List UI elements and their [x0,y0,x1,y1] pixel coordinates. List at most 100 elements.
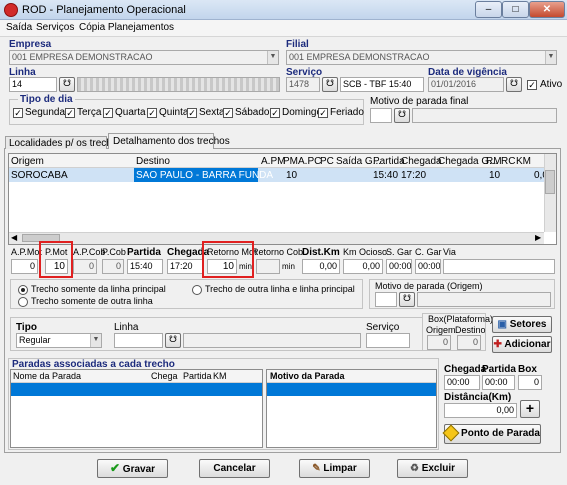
feriado-checkbox[interactable]: ✓ [318,108,328,118]
linha2-code[interactable] [114,333,163,348]
horizontal-scrollbar[interactable] [9,232,544,244]
ponto-parada-label: Ponto de Parada [461,428,540,439]
add-distance-button[interactable]: + [520,400,540,418]
binoculars-icon[interactable]: ☋ [399,292,415,307]
box-origem-field[interactable]: 0 [427,335,451,350]
servico-description-field: SCB - TBF 15:40 [340,77,424,92]
chegada2-label: Chegada [444,364,487,375]
partida-field[interactable]: 15:40 [127,259,163,274]
apcob-label: A.P.Cob [73,247,106,257]
linha2-description [183,333,361,348]
via-field[interactable] [443,259,555,274]
radio-outra-linha-label: Trecho somente de outra linha [31,296,153,306]
linha2-label: Linha [114,322,139,333]
motivo-origem-label: Motivo de parada (Origem) [375,281,483,291]
col-apc: A.PC [298,156,322,167]
table-row[interactable] [11,383,262,396]
col-destino: Destino [136,156,170,167]
box2-field[interactable]: 0 [518,375,542,390]
via-label: Via [443,247,456,257]
row-destino[interactable]: SAO PAULO - BARRA FUNDA [134,168,273,182]
pcob-field[interactable]: 0 [102,259,124,274]
filial-select[interactable]: 001 EMPRESA DEMONSTRACAO [286,50,557,65]
segunda-label: Segunda [25,107,66,118]
distancia-label: Distância(Km) [444,392,512,403]
dist-km-field[interactable]: 0,00 [302,259,340,274]
row-chegada: 17:20 [401,170,427,181]
binoculars-icon[interactable]: ☋ [506,77,522,92]
setores-button[interactable]: ▣ Setores [492,316,552,333]
limpar-button[interactable]: ✎ Limpar [299,459,370,478]
ponto-parada-button[interactable]: Ponto de Parada [442,424,541,444]
sgar-label: S. Gar [386,247,413,257]
minimize-button[interactable]: – [475,1,502,18]
empresa-label: Empresa [9,39,52,50]
gravar-label: Gravar [122,464,156,475]
terca-label: Terça [77,107,102,118]
app-icon [4,3,18,17]
cgar-field[interactable]: 00:00 [415,259,441,274]
partida2-field[interactable]: 00:00 [482,375,515,390]
cancelar-button[interactable]: Cancelar [199,459,270,478]
linha-code-field[interactable]: 14 [9,77,57,92]
row-pm: 10 [286,170,298,181]
window-title: ROD - Planejamento Operacional [22,4,186,16]
sabado-label: Sábado [235,107,270,118]
servico-code-field[interactable]: 1478 [286,77,320,92]
terca-checkbox[interactable]: ✓ [65,108,75,118]
binoculars-icon[interactable]: ☋ [394,108,410,123]
sgar-field[interactable]: 00:00 [386,259,412,274]
box-origem-label: Origem [426,325,456,335]
col-km: KM [213,371,227,381]
km-ocioso-field[interactable]: 0,00 [343,259,383,274]
binoculars-icon[interactable]: ☋ [322,77,338,92]
chegada2-field[interactable]: 00:00 [444,375,480,390]
segunda-checkbox[interactable]: ✓ [13,108,23,118]
binoculars-icon[interactable]: ☋ [165,333,181,348]
vertical-scroll-thumb[interactable] [545,170,555,194]
quinta-checkbox[interactable]: ✓ [147,108,157,118]
trash-icon: ♻ [409,463,419,474]
scroll-left-icon[interactable]: ◀ [11,233,17,242]
quarta-checkbox[interactable]: ✓ [103,108,113,118]
apcob-field[interactable]: 0 [73,259,97,274]
menu-saida[interactable]: Saída [6,22,32,33]
dist-km-label: Dist.Km [302,247,340,258]
excluir-button[interactable]: ♻ Excluir [397,459,468,478]
table-row[interactable] [267,383,436,396]
retorno-cob-field[interactable] [256,259,280,274]
apmot-field[interactable]: 0 [11,259,38,274]
vigencia-field[interactable]: 01/01/2016 [428,77,504,92]
sabado-checkbox[interactable]: ✓ [223,108,233,118]
close-button[interactable]: ✕ [529,1,565,18]
radio-outra-linha[interactable] [18,297,28,307]
adicionar-button[interactable]: ✚ Adicionar [492,336,552,353]
domingo-checkbox[interactable]: ✓ [270,108,280,118]
sexta-checkbox[interactable]: ✓ [187,108,197,118]
radio-outra-e-principal[interactable] [192,285,202,295]
row-origem: SOROCABA [11,170,68,181]
radio-linha-principal-label: Trecho somente da linha principal [31,284,166,294]
motivo-origem-code[interactable] [375,292,397,307]
radio-linha-principal[interactable] [18,285,28,295]
gravar-button[interactable]: ✔ Gravar [97,459,168,478]
binoculars-icon[interactable]: ☋ [59,77,75,92]
add-icon: ✚ [493,339,502,350]
servico2-field[interactable] [366,333,410,348]
menu-copia-planejamentos[interactable]: Cópia Planejamentos [79,22,174,33]
ativo-checkbox[interactable]: ✓ [527,80,537,90]
tab-detalhamento[interactable]: Detalhamento dos trechos [108,133,230,149]
motivo-final-code[interactable] [370,108,392,123]
chegada-field[interactable]: 17:20 [167,259,203,274]
scroll-right-icon[interactable]: ▶ [535,233,541,242]
empresa-select[interactable]: 001 EMPRESA DEMONSTRACAO [9,50,279,65]
maximize-button[interactable]: □ [502,1,529,18]
table-row[interactable] [9,168,544,182]
sexta-label: Sexta [199,107,225,118]
setores-button-label: Setores [509,319,547,330]
box-destino-field[interactable]: 0 [457,335,481,350]
tipo-label: Tipo [16,322,37,333]
distancia-field[interactable]: 0,00 [444,403,517,418]
menu-servicos[interactable]: Serviços [36,22,74,33]
tab-localidades[interactable]: Localidades p/ os trechos [5,136,122,149]
